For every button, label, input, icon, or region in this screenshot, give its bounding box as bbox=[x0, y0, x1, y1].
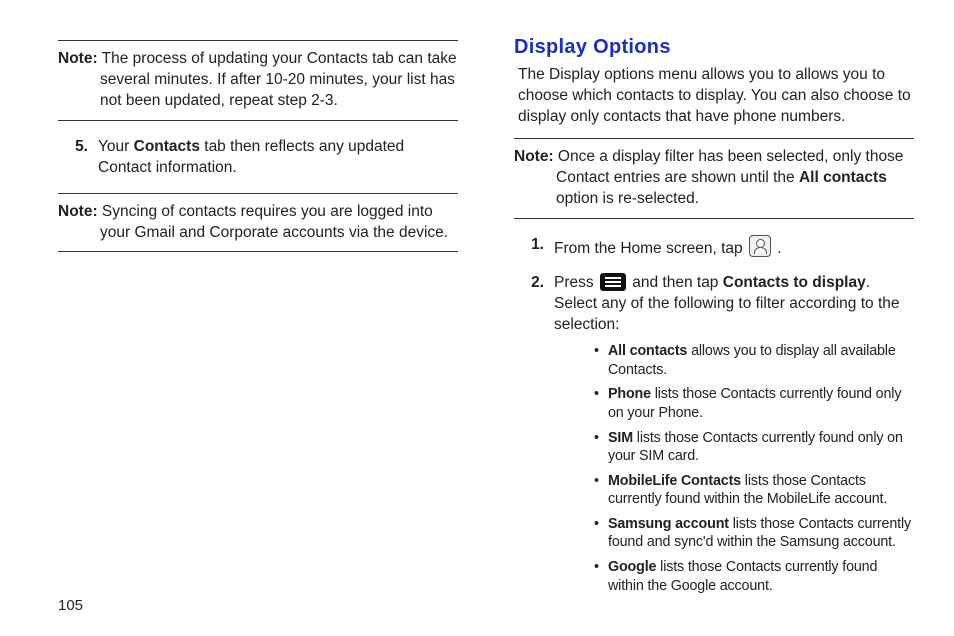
step-number: 5. bbox=[58, 137, 98, 179]
bold-text: Contacts to display bbox=[723, 274, 866, 291]
bold-text: All contacts bbox=[799, 169, 887, 186]
text: . bbox=[777, 240, 781, 257]
note-display-filter: Note: Once a display filter has been sel… bbox=[514, 138, 914, 219]
step-body: Press and then tap Contacts to display. … bbox=[554, 273, 914, 601]
bullet-icon: • bbox=[594, 342, 608, 379]
step-body: Your Contacts tab then reflects any upda… bbox=[98, 137, 458, 179]
note-text: Syncing of contacts requires you are log… bbox=[100, 203, 448, 241]
step-1: 1. From the Home screen, tap . bbox=[514, 235, 914, 260]
left-column: Note: The process of updating your Conta… bbox=[40, 30, 486, 626]
bullet-icon: • bbox=[594, 515, 608, 552]
bold-text: All contacts bbox=[608, 343, 687, 359]
list-item: • Google lists those Contacts currently … bbox=[594, 558, 914, 595]
list-item: • Samsung account lists those Contacts c… bbox=[594, 515, 914, 552]
page: Note: The process of updating your Conta… bbox=[0, 0, 954, 636]
step-2: 2. Press and then tap Contacts to displa… bbox=[514, 273, 914, 601]
text: lists those Contacts currently found onl… bbox=[608, 386, 901, 421]
bold-text: Google bbox=[608, 559, 656, 575]
text: Your bbox=[98, 138, 134, 155]
note-label: Note: bbox=[514, 148, 554, 165]
menu-icon bbox=[600, 273, 626, 291]
note-text-post: option is re-selected. bbox=[556, 190, 699, 207]
bullet-icon: • bbox=[594, 472, 608, 509]
section-intro: The Display options menu allows you to a… bbox=[518, 65, 914, 128]
bold-text: Phone bbox=[608, 386, 651, 402]
list-item: • SIM lists those Contacts currently fou… bbox=[594, 429, 914, 466]
text: From the Home screen, tap bbox=[554, 240, 747, 257]
list-item: • All contacts allows you to display all… bbox=[594, 342, 914, 379]
step-5: 5. Your Contacts tab then reflects any u… bbox=[58, 137, 458, 179]
bullet-icon: • bbox=[594, 385, 608, 422]
note-update-time: Note: The process of updating your Conta… bbox=[58, 40, 458, 121]
bullet-icon: • bbox=[594, 558, 608, 595]
bold-text: Contacts bbox=[134, 138, 200, 155]
note-label: Note: bbox=[58, 50, 98, 67]
note-label: Note: bbox=[58, 203, 98, 220]
bullet-icon: • bbox=[594, 429, 608, 466]
page-number: 105 bbox=[58, 597, 83, 614]
step-body: From the Home screen, tap . bbox=[554, 235, 914, 260]
text: lists those Contacts currently found onl… bbox=[608, 430, 903, 465]
bold-text: Samsung account bbox=[608, 516, 729, 532]
list-item: • MobileLife Contacts lists those Contac… bbox=[594, 472, 914, 509]
bullet-list: • All contacts allows you to display all… bbox=[554, 342, 914, 595]
right-column: Display Options The Display options menu… bbox=[486, 30, 914, 626]
section-heading-display-options: Display Options bbox=[514, 36, 914, 59]
contacts-icon bbox=[749, 235, 771, 257]
bold-text: SIM bbox=[608, 430, 633, 446]
note-sync-login: Note: Syncing of contacts requires you a… bbox=[58, 193, 458, 253]
bold-text: MobileLife Contacts bbox=[608, 473, 741, 489]
text: and then tap bbox=[628, 274, 723, 291]
step-number: 1. bbox=[514, 235, 554, 260]
note-text: The process of updating your Contacts ta… bbox=[100, 50, 457, 109]
step-number: 2. bbox=[514, 273, 554, 601]
text: Press bbox=[554, 274, 598, 291]
list-item: • Phone lists those Contacts currently f… bbox=[594, 385, 914, 422]
